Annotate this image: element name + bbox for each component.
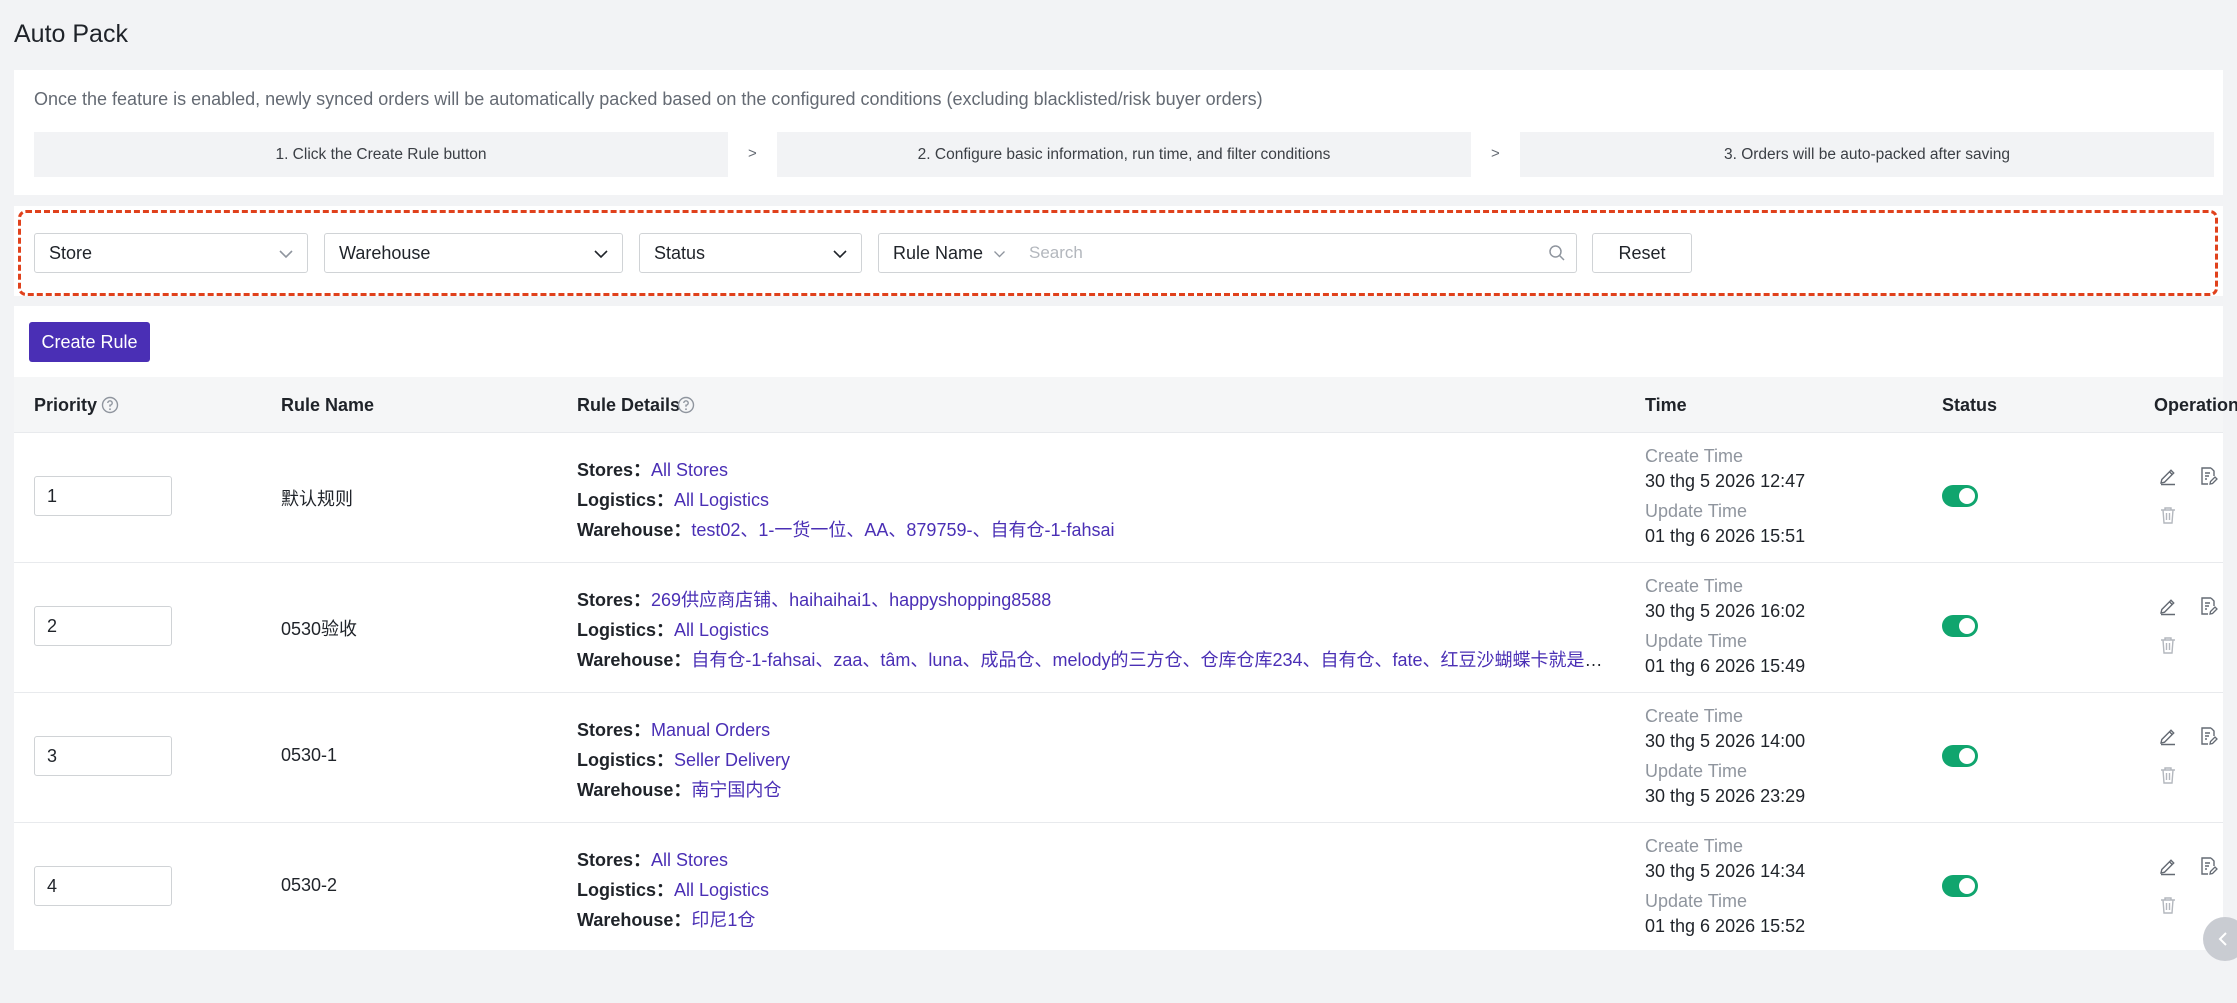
status-select-value: Status [654, 242, 706, 263]
search-input[interactable] [1015, 233, 1577, 273]
detail-warehouse: Warehouse：印尼1仓 [577, 910, 756, 930]
warehouse-value[interactable]: 印尼1仓 [691, 910, 755, 930]
detail-stores: Stores：Manual Orders [577, 720, 771, 740]
detail-logistics: Logistics：All Logistics [577, 880, 770, 900]
header-rule-name: Rule Name [281, 395, 375, 415]
status-select[interactable]: Status [639, 233, 862, 273]
create-time-label: Create Time [1645, 836, 1744, 856]
log-icon[interactable] [2197, 725, 2219, 747]
log-icon[interactable] [2197, 465, 2219, 487]
create-time: 30 thg 5 2026 12:47 [1645, 471, 1806, 491]
store-select[interactable]: Store [34, 233, 308, 273]
status-toggle[interactable] [1942, 745, 1978, 767]
create-time: 30 thg 5 2026 16:02 [1645, 601, 1806, 621]
rule-name: 0530验收 [281, 619, 358, 639]
chevron-left-icon [2218, 932, 2227, 946]
update-time: 01 thg 6 2026 15:52 [1645, 916, 1806, 936]
header-operation: Operation [2154, 395, 2237, 415]
detail-logistics: Logistics：All Logistics [577, 620, 770, 640]
stores-value[interactable]: 269供应商店铺、haihaihai1、happyshopping8588 [651, 590, 1051, 610]
edit-icon[interactable] [2157, 725, 2179, 747]
search-field-value: Rule Name [893, 242, 984, 263]
delete-icon[interactable] [2157, 894, 2179, 916]
logistics-value[interactable]: Seller Delivery [674, 750, 790, 770]
create-time: 30 thg 5 2026 14:00 [1645, 731, 1806, 751]
stores-value[interactable]: Manual Orders [651, 720, 770, 740]
search-field-select[interactable]: Rule Name [878, 233, 1016, 273]
delete-icon[interactable] [2157, 504, 2179, 526]
update-time-label: Update Time [1645, 501, 1748, 521]
update-time: 01 thg 6 2026 15:49 [1645, 656, 1806, 676]
rule-name: 默认规则 [281, 489, 353, 509]
header-rule-details: Rule Details [577, 395, 681, 415]
create-time: 30 thg 5 2026 14:34 [1645, 861, 1806, 881]
detail-logistics: Logistics：All Logistics [577, 490, 770, 510]
reset-button[interactable]: Reset [1592, 233, 1692, 273]
info-card: Once the feature is enabled, newly synce… [14, 70, 2223, 195]
step-1: 1. Click the Create Rule button [34, 132, 728, 177]
chevron-down-icon [833, 250, 847, 259]
update-time-label: Update Time [1645, 761, 1748, 781]
step-arrow-2: > [1491, 145, 1500, 162]
priority-input[interactable] [34, 606, 172, 646]
create-time-label: Create Time [1645, 446, 1744, 466]
log-icon[interactable] [2197, 595, 2219, 617]
priority-input[interactable] [34, 476, 172, 516]
help-icon[interactable] [101, 396, 119, 414]
detail-warehouse: Warehouse：test02、1-一货一位、AA、879759-、自有仓-1… [577, 520, 1115, 540]
chevron-down-icon [594, 250, 608, 259]
log-icon[interactable] [2197, 855, 2219, 877]
edit-icon[interactable] [2157, 855, 2179, 877]
status-toggle[interactable] [1942, 615, 1978, 637]
feature-description: Once the feature is enabled, newly synce… [34, 89, 1263, 109]
search-icon[interactable] [1547, 243, 1567, 263]
stores-value[interactable]: All Stores [651, 460, 728, 480]
detail-logistics: Logistics：Seller Delivery [577, 750, 791, 770]
step-2: 2. Configure basic information, run time… [777, 132, 1471, 177]
priority-input[interactable] [34, 736, 172, 776]
warehouse-value[interactable]: test02、1-一货一位、AA、879759-、自有仓-1-fahsai [691, 520, 1114, 540]
step-3: 3. Orders will be auto-packed after savi… [1520, 132, 2214, 177]
step-arrow-1: > [748, 145, 757, 162]
edit-icon[interactable] [2157, 595, 2179, 617]
delete-icon[interactable] [2157, 634, 2179, 656]
warehouse-value[interactable]: 南宁国内仓 [691, 780, 781, 800]
detail-stores: Stores：All Stores [577, 850, 729, 870]
priority-input[interactable] [34, 866, 172, 906]
help-icon[interactable] [677, 396, 695, 414]
detail-stores: Stores：269供应商店铺、haihaihai1、happyshopping… [577, 590, 1052, 610]
header-status: Status [1942, 395, 1998, 415]
page-title: Auto Pack [14, 20, 128, 48]
rule-name: 0530-1 [281, 745, 338, 765]
rule-name: 0530-2 [281, 875, 338, 895]
detail-warehouse: Warehouse：自有仓-1-fahsai、zaa、tâm、luna、成品仓、… [577, 646, 1607, 672]
create-time-label: Create Time [1645, 576, 1744, 596]
status-toggle[interactable] [1942, 875, 1978, 897]
warehouse-select-value: Warehouse [339, 242, 431, 263]
edit-icon[interactable] [2157, 465, 2179, 487]
header-time: Time [1645, 395, 1687, 415]
chevron-down-icon [279, 250, 293, 259]
chevron-down-icon [994, 251, 1005, 258]
stores-value[interactable]: All Stores [651, 850, 728, 870]
delete-icon[interactable] [2157, 764, 2179, 786]
detail-stores: Stores：All Stores [577, 460, 729, 480]
update-time: 01 thg 6 2026 15:51 [1645, 526, 1806, 546]
header-priority: Priority [34, 395, 98, 415]
create-time-label: Create Time [1645, 706, 1744, 726]
logistics-value[interactable]: All Logistics [674, 490, 769, 510]
update-time-label: Update Time [1645, 891, 1748, 911]
update-time-label: Update Time [1645, 631, 1748, 651]
detail-warehouse: Warehouse：南宁国内仓 [577, 780, 782, 800]
logistics-value[interactable]: All Logistics [674, 880, 769, 900]
warehouse-value[interactable]: 自有仓-1-fahsai、zaa、tâm、luna、成品仓、melody的三方仓… [691, 650, 1607, 670]
logistics-value[interactable]: All Logistics [674, 620, 769, 640]
warehouse-select[interactable]: Warehouse [324, 233, 623, 273]
status-toggle[interactable] [1942, 485, 1978, 507]
side-panel-handle[interactable] [2203, 917, 2237, 961]
create-rule-button[interactable]: Create Rule [29, 322, 150, 362]
store-select-value: Store [49, 242, 93, 263]
update-time: 30 thg 5 2026 23:29 [1645, 786, 1806, 806]
